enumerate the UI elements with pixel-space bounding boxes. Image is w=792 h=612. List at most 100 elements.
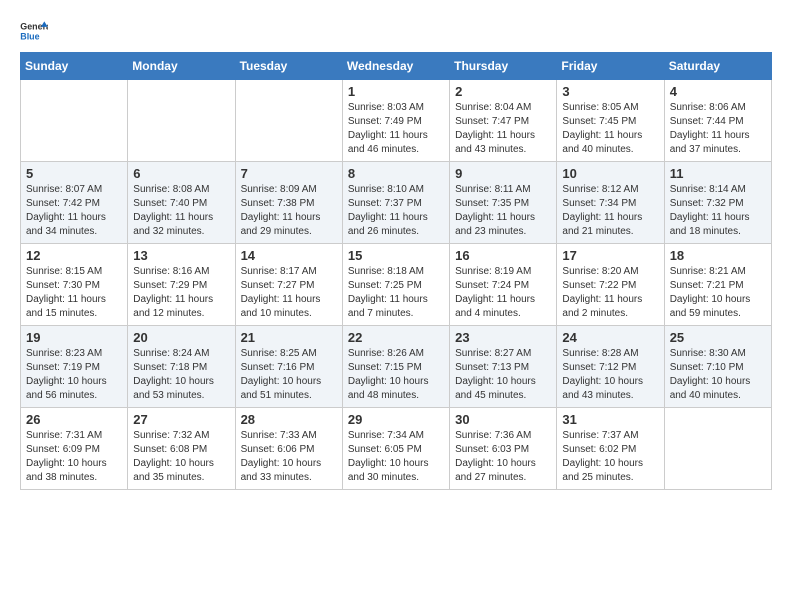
day-info-line: Daylight: 11 hours (348, 129, 444, 143)
day-number: 2 (455, 84, 551, 99)
calendar-cell (235, 80, 342, 162)
day-info-line: Sunrise: 8:20 AM (562, 265, 658, 279)
day-number: 14 (241, 248, 337, 263)
day-info-line: Sunset: 7:25 PM (348, 279, 444, 293)
day-number: 30 (455, 412, 551, 427)
day-number: 12 (26, 248, 122, 263)
day-number: 10 (562, 166, 658, 181)
day-number: 29 (348, 412, 444, 427)
day-info-line: Sunrise: 8:17 AM (241, 265, 337, 279)
day-info-line: Sunrise: 8:30 AM (670, 347, 766, 361)
day-info-line: and 40 minutes. (670, 389, 766, 403)
day-info-line: Daylight: 10 hours (241, 375, 337, 389)
day-info-line: and 12 minutes. (133, 307, 229, 321)
day-info-line: Sunset: 7:45 PM (562, 115, 658, 129)
calendar-table: SundayMondayTuesdayWednesdayThursdayFrid… (20, 52, 772, 490)
calendar-cell: 6Sunrise: 8:08 AMSunset: 7:40 PMDaylight… (128, 162, 235, 244)
day-info-line: Sunset: 6:03 PM (455, 443, 551, 457)
day-info-line: Sunset: 7:47 PM (455, 115, 551, 129)
day-info-line: Daylight: 11 hours (133, 293, 229, 307)
day-info-line: Sunset: 7:13 PM (455, 361, 551, 375)
day-info-line: and 10 minutes. (241, 307, 337, 321)
calendar-cell: 9Sunrise: 8:11 AMSunset: 7:35 PMDaylight… (450, 162, 557, 244)
calendar-cell: 26Sunrise: 7:31 AMSunset: 6:09 PMDayligh… (21, 408, 128, 490)
day-info-line: and 29 minutes. (241, 225, 337, 239)
day-info-line: Sunset: 7:42 PM (26, 197, 122, 211)
calendar-cell: 30Sunrise: 7:36 AMSunset: 6:03 PMDayligh… (450, 408, 557, 490)
day-info-line: Sunset: 7:37 PM (348, 197, 444, 211)
weekday-header-thursday: Thursday (450, 53, 557, 80)
day-number: 24 (562, 330, 658, 345)
calendar-cell: 22Sunrise: 8:26 AMSunset: 7:15 PMDayligh… (342, 326, 449, 408)
calendar-week-row: 1Sunrise: 8:03 AMSunset: 7:49 PMDaylight… (21, 80, 772, 162)
day-info-line: and 48 minutes. (348, 389, 444, 403)
day-info-line: Sunrise: 7:36 AM (455, 429, 551, 443)
day-info-line: Sunrise: 8:19 AM (455, 265, 551, 279)
day-info-line: Sunset: 7:27 PM (241, 279, 337, 293)
day-info-line: and 7 minutes. (348, 307, 444, 321)
weekday-header-saturday: Saturday (664, 53, 771, 80)
day-info-line: Daylight: 10 hours (562, 375, 658, 389)
day-number: 8 (348, 166, 444, 181)
day-info-line: Daylight: 11 hours (670, 129, 766, 143)
weekday-header-friday: Friday (557, 53, 664, 80)
day-number: 25 (670, 330, 766, 345)
day-info-line: Daylight: 10 hours (348, 457, 444, 471)
day-info-line: and 37 minutes. (670, 143, 766, 157)
day-info-line: Sunrise: 8:06 AM (670, 101, 766, 115)
day-info-line: and 51 minutes. (241, 389, 337, 403)
day-info-line: Sunrise: 8:04 AM (455, 101, 551, 115)
day-info-line: Daylight: 11 hours (241, 211, 337, 225)
day-number: 6 (133, 166, 229, 181)
day-info-line: and 26 minutes. (348, 225, 444, 239)
day-number: 1 (348, 84, 444, 99)
day-info-line: and 32 minutes. (133, 225, 229, 239)
calendar-cell: 17Sunrise: 8:20 AMSunset: 7:22 PMDayligh… (557, 244, 664, 326)
day-number: 15 (348, 248, 444, 263)
day-info-line: and 30 minutes. (348, 471, 444, 485)
calendar-cell: 25Sunrise: 8:30 AMSunset: 7:10 PMDayligh… (664, 326, 771, 408)
day-info-line: Daylight: 11 hours (562, 293, 658, 307)
day-info-line: Sunrise: 7:37 AM (562, 429, 658, 443)
day-info-line: and 21 minutes. (562, 225, 658, 239)
calendar-cell: 20Sunrise: 8:24 AMSunset: 7:18 PMDayligh… (128, 326, 235, 408)
day-info-line: Sunrise: 8:11 AM (455, 183, 551, 197)
calendar-cell: 1Sunrise: 8:03 AMSunset: 7:49 PMDaylight… (342, 80, 449, 162)
day-info-line: Sunset: 7:44 PM (670, 115, 766, 129)
day-info-line: Sunrise: 8:09 AM (241, 183, 337, 197)
day-number: 23 (455, 330, 551, 345)
day-info-line: Sunrise: 8:07 AM (26, 183, 122, 197)
day-number: 17 (562, 248, 658, 263)
day-info-line: and 43 minutes. (562, 389, 658, 403)
calendar-cell: 16Sunrise: 8:19 AMSunset: 7:24 PMDayligh… (450, 244, 557, 326)
day-info-line: Sunset: 6:09 PM (26, 443, 122, 457)
day-info-line: Sunset: 6:02 PM (562, 443, 658, 457)
day-info-line: and 27 minutes. (455, 471, 551, 485)
day-info-line: and 25 minutes. (562, 471, 658, 485)
day-info-line: Daylight: 11 hours (455, 211, 551, 225)
day-info-line: Daylight: 10 hours (133, 457, 229, 471)
day-number: 7 (241, 166, 337, 181)
calendar-cell: 15Sunrise: 8:18 AMSunset: 7:25 PMDayligh… (342, 244, 449, 326)
day-number: 19 (26, 330, 122, 345)
calendar-cell: 12Sunrise: 8:15 AMSunset: 7:30 PMDayligh… (21, 244, 128, 326)
weekday-header-sunday: Sunday (21, 53, 128, 80)
calendar-cell: 24Sunrise: 8:28 AMSunset: 7:12 PMDayligh… (557, 326, 664, 408)
day-info-line: Sunset: 7:49 PM (348, 115, 444, 129)
day-info-line: and 59 minutes. (670, 307, 766, 321)
calendar-cell (21, 80, 128, 162)
calendar-week-row: 19Sunrise: 8:23 AMSunset: 7:19 PMDayligh… (21, 326, 772, 408)
day-info-line: and 45 minutes. (455, 389, 551, 403)
day-info-line: Sunrise: 7:31 AM (26, 429, 122, 443)
day-info-line: Sunset: 6:08 PM (133, 443, 229, 457)
day-info-line: Sunrise: 7:34 AM (348, 429, 444, 443)
calendar-cell: 4Sunrise: 8:06 AMSunset: 7:44 PMDaylight… (664, 80, 771, 162)
day-info-line: Daylight: 11 hours (26, 293, 122, 307)
day-number: 13 (133, 248, 229, 263)
day-info-line: and 23 minutes. (455, 225, 551, 239)
day-number: 11 (670, 166, 766, 181)
day-info-line: Daylight: 10 hours (26, 457, 122, 471)
calendar-week-row: 5Sunrise: 8:07 AMSunset: 7:42 PMDaylight… (21, 162, 772, 244)
day-info-line: Sunrise: 8:27 AM (455, 347, 551, 361)
day-number: 18 (670, 248, 766, 263)
